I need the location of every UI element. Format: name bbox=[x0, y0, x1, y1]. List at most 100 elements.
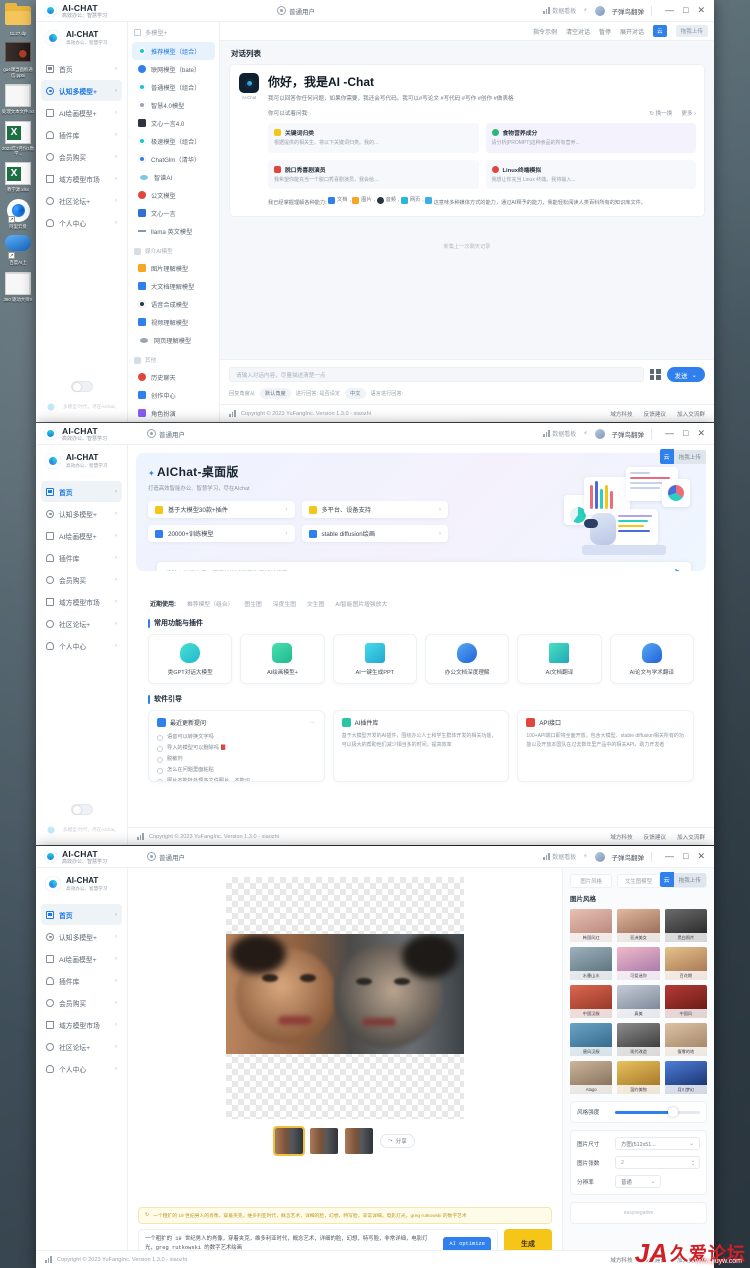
sidebar-item-forum[interactable]: 社区论坛+ › bbox=[41, 613, 122, 634]
sidebar-item-models[interactable]: 认知多模型+ › bbox=[41, 926, 122, 947]
maximize-button[interactable]: □ bbox=[683, 6, 688, 15]
chat-toolbar[interactable]: 指令示例 清空对话 暂停 展开对话 云 拖我上传 bbox=[220, 22, 714, 41]
window3-titlebar[interactable]: AI-CHAT 高效办公、智慧学习 普通用户 数据看板 ⚡ 子弹鸟翻弹 — □ … bbox=[36, 846, 714, 868]
status-link-group[interactable]: 加入交流群 bbox=[677, 410, 705, 418]
sidebar-item-membership[interactable]: 会员购买 › bbox=[41, 992, 122, 1013]
image-settings-card[interactable]: 图片尺寸 方图(512x51... ⌄ 图片张数 2 ▴ ▾ 分辨率 普通 ⌄ bbox=[570, 1130, 707, 1195]
feature-card[interactable]: 多平台、设备支持 › bbox=[301, 501, 448, 518]
vip-icon[interactable]: ⚡ bbox=[583, 430, 587, 437]
recent-item[interactable]: 图生图 bbox=[244, 599, 261, 608]
desktop-icon[interactable]: 阿里云盘 bbox=[0, 198, 36, 229]
recent-used-row[interactable]: 近期使用: 推荐模型（组合） 图生图 深度生图 文生图 AI智能图片增强放大 bbox=[128, 579, 714, 608]
sidebar-item-plugins[interactable]: 插件库 › bbox=[41, 547, 122, 568]
guide-card-plugin-library[interactable]: AI插件库 基于大模型开发的AI插件，围绕办公人士和学生群体开发的相关功能，可以… bbox=[332, 710, 510, 782]
option-angle[interactable]: 默认角度 bbox=[259, 388, 291, 399]
toolbar-pause[interactable]: 暂停 bbox=[599, 27, 611, 36]
status-link-group[interactable]: 加入交流群 bbox=[677, 833, 705, 841]
qr-icon[interactable] bbox=[649, 369, 661, 380]
sidebar-item-drawing[interactable]: AI绘画模型+ › bbox=[41, 102, 122, 123]
home-search[interactable]: 请输入对话内容，清楚的描述能帮你更好地搜索 ➤ bbox=[156, 561, 692, 571]
model-item[interactable]: 图片理解模型 bbox=[132, 259, 215, 277]
sidebar-item-profile[interactable]: 个人中心 › bbox=[41, 635, 122, 656]
user-type-chip[interactable]: 普通用户 bbox=[147, 429, 185, 439]
plugins-grid[interactable]: 类GPT对话大模型 AI绘画模型+ AI一键生成PPT 办公文档深度理解 AI文… bbox=[128, 634, 714, 684]
feature-card[interactable]: stable diffusion绘画 › bbox=[301, 525, 448, 542]
refresh-icon[interactable]: ↻ bbox=[145, 1213, 149, 1218]
sidebar-item-profile[interactable]: 个人中心 › bbox=[41, 1058, 122, 1079]
arrow-right-icon[interactable]: → bbox=[309, 719, 316, 726]
desktop-icon[interactable]: 教学源.xlsx bbox=[0, 162, 36, 192]
model-item[interactable]: 历史聊天 bbox=[132, 368, 215, 386]
thumbnail[interactable] bbox=[310, 1128, 339, 1154]
model-item[interactable]: 文心一言4.0 bbox=[132, 114, 215, 132]
plugin-card[interactable]: AI文档翻译 bbox=[517, 634, 602, 684]
sidebar-item-market[interactable]: 域方模型市场 › bbox=[41, 591, 122, 612]
desktop-icon[interactable]: 处理文本文件.txt bbox=[0, 84, 36, 114]
model-item[interactable]: 创作中心 bbox=[132, 386, 215, 404]
style-cell[interactable]: 黑白照片 bbox=[664, 909, 707, 942]
account-name[interactable]: 子弹鸟翻弹 bbox=[612, 429, 645, 439]
upload-label[interactable]: 拖我上传 bbox=[673, 449, 706, 464]
toolbar-clear[interactable]: 清空对话 bbox=[566, 27, 590, 36]
sidebar-item-drawing[interactable]: AI绘画模型+ › bbox=[41, 948, 122, 969]
sidebar-item-market[interactable]: 域方模型市场 › bbox=[41, 1014, 122, 1035]
user-type-chip[interactable]: 普通用户 bbox=[277, 6, 315, 16]
upload-label[interactable]: 拖我上传 bbox=[673, 872, 706, 887]
sidebar-item-market[interactable]: 域方模型市场 › bbox=[41, 168, 122, 189]
minimize-button[interactable]: — bbox=[665, 852, 674, 861]
maximize-button[interactable]: □ bbox=[683, 429, 688, 438]
sidebar-item-membership[interactable]: 会员购买 › bbox=[41, 569, 122, 590]
close-button[interactable]: ✕ bbox=[697, 6, 705, 15]
recent-item[interactable]: 文生图 bbox=[307, 599, 324, 608]
avatar[interactable] bbox=[594, 5, 605, 16]
account-name[interactable]: 子弹鸟翻弹 bbox=[612, 852, 645, 862]
status-link-company[interactable]: 域方科技 bbox=[610, 1256, 632, 1264]
desktop-icon[interactable]: 2023年7月份1数学... bbox=[0, 120, 36, 157]
theme-toggle[interactable] bbox=[70, 804, 93, 815]
style-cell[interactable]: Atago bbox=[570, 1061, 613, 1094]
style-cell[interactable]: 亚洲美女 bbox=[617, 909, 660, 942]
style-cell[interactable]: 中国风 bbox=[664, 985, 707, 1018]
style-cell[interactable]: 真美 bbox=[617, 985, 660, 1018]
send-button[interactable]: 发送 ⌄ bbox=[666, 367, 705, 382]
hero-features[interactable]: 基于大模型30款+插件 › 多平台、设备支持 › 20000+训练模型 › stabl… bbox=[148, 501, 448, 542]
guide-list-item[interactable]: 图片不能批处理多文件照片，不能识 bbox=[157, 776, 316, 781]
close-button[interactable]: ✕ bbox=[697, 429, 705, 438]
prompt-banner[interactable]: ↻ 一个粗犷的 19 世纪男人的肖像，穿着夹克，维多利亚时代，概念艺术，详细的脸… bbox=[138, 1207, 552, 1224]
toolbar-expand[interactable]: 展开对话 bbox=[620, 27, 644, 36]
style-cell[interactable]: 唐风汉服 bbox=[570, 1023, 613, 1056]
window-home[interactable]: AI-CHAT 高效办公、智慧学习 普通用户 数据看板 ⚡ 子弹鸟翻弹 — □ … bbox=[36, 423, 714, 845]
chat-input[interactable]: 请输入对话内容，尽量描述清楚一点 bbox=[229, 367, 644, 382]
compose-area[interactable]: 请输入对话内容，尽量描述清楚一点 发送 ⌄ 回复角度从 默认角度 进行回答; 是否… bbox=[220, 359, 714, 404]
sidebar-item-forum[interactable]: 社区论坛+ › bbox=[41, 190, 122, 211]
window3-titlebar-right[interactable]: 数据看板 ⚡ 子弹鸟翻弹 — □ ✕ bbox=[543, 851, 710, 862]
model-item[interactable]: 网页理解模型 bbox=[132, 331, 215, 349]
size-select[interactable]: 方图(512x51... ⌄ bbox=[615, 1137, 700, 1150]
style-cell[interactable]: 现代改造 bbox=[617, 1023, 660, 1056]
style-cell[interactable]: 韩国风红 bbox=[570, 909, 613, 942]
plugin-card[interactable]: 类GPT对话大模型 bbox=[148, 634, 233, 684]
guide-list-item[interactable]: 导入的模型可以删除吗 📕 bbox=[157, 743, 316, 754]
model-item[interactable]: 文心一言 bbox=[132, 204, 215, 222]
sidebar-nav[interactable]: 首页 › 认知多模型+ › AI绘画模型+ › 插件库 › 会员购买 › 域方模型市场 › … bbox=[36, 54, 127, 233]
upload-badge[interactable]: 云 拖我上传 bbox=[659, 449, 706, 464]
suggestion-card[interactable]: 食物营养成分 请分析[PROMPT]这种食品的所有营养... bbox=[485, 123, 696, 153]
plugin-card[interactable]: AI论文与学术翻译 bbox=[609, 634, 694, 684]
recent-item[interactable]: 推荐模型（组合） bbox=[187, 599, 233, 608]
desktop-icon[interactable]: 11.27.dp bbox=[0, 6, 36, 36]
sidebar-item-home[interactable]: 首页 › bbox=[41, 58, 122, 79]
vip-icon[interactable]: ⚡ bbox=[583, 7, 587, 14]
style-cell[interactable]: 月川梦幻 bbox=[664, 1061, 707, 1094]
style-cell[interactable]: 可爱迷你 bbox=[617, 947, 660, 980]
desktop-icon[interactable]: 百度AI上 bbox=[0, 235, 36, 265]
guide-list-item[interactable]: 脱敏剂 bbox=[157, 754, 316, 765]
sidebar-item-home[interactable]: 首页 › bbox=[41, 481, 122, 502]
window1-titlebar-right[interactable]: 数据看板 ⚡ 子弹鸟翻弹 — □ ✕ bbox=[543, 5, 710, 16]
refresh-suggestions[interactable]: ↻ 换一换 bbox=[649, 109, 672, 117]
model-item[interactable]: 语音合成模型 bbox=[132, 295, 215, 313]
option-language[interactable]: 中文 bbox=[345, 388, 366, 399]
style-grid[interactable]: 韩国风红 亚洲美女 黑白照片 水墨山水 可爱迷你 百花期 中国汉服 真美 中国风… bbox=[570, 909, 707, 1094]
sidebar-item-plugins[interactable]: 插件库 › bbox=[41, 970, 122, 991]
theme-toggle[interactable] bbox=[70, 381, 93, 392]
window1-titlebar[interactable]: AI-CHAT 高效办公、智慧学习 普通用户 数据看板 ⚡ 子弹鸟翻弹 — □ … bbox=[36, 0, 714, 22]
